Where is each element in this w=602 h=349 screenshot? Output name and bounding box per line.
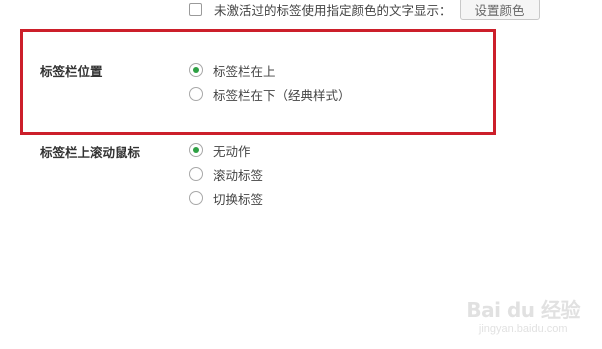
radio-label: 切换标签 bbox=[213, 191, 264, 207]
radio-option-scroll-tabs[interactable]: 滚动标签 bbox=[189, 162, 263, 186]
tab-bar-position-group: 标签栏在上 标签栏在下（经典样式） bbox=[189, 58, 351, 106]
baidu-jingyan-watermark: Bai du 经验 jingyan.baidu.com bbox=[466, 294, 580, 335]
radio-option-tabs-bottom[interactable]: 标签栏在下（经典样式） bbox=[189, 82, 351, 106]
radio-button[interactable] bbox=[189, 167, 203, 181]
radio-option-switch-tabs[interactable]: 切换标签 bbox=[189, 186, 263, 210]
watermark-logo: Bai du 经验 bbox=[466, 298, 580, 322]
radio-label: 标签栏在下（经典样式） bbox=[213, 87, 351, 103]
radio-selected-dot bbox=[193, 147, 199, 153]
radio-selected-dot bbox=[193, 67, 199, 73]
radio-button[interactable] bbox=[189, 63, 203, 77]
radio-label: 标签栏在上 bbox=[213, 63, 276, 79]
watermark-url: jingyan.baidu.com bbox=[478, 323, 568, 335]
radio-button[interactable] bbox=[189, 143, 203, 157]
radio-label: 无动作 bbox=[213, 143, 251, 159]
tab-bar-scroll-group: 无动作 滚动标签 切换标签 bbox=[189, 138, 263, 210]
set-color-button[interactable]: 设置颜色 bbox=[459, 0, 540, 20]
radio-option-no-action[interactable]: 无动作 bbox=[189, 138, 263, 162]
radio-button[interactable] bbox=[189, 87, 203, 101]
radio-option-tabs-top[interactable]: 标签栏在上 bbox=[189, 58, 351, 82]
tab-bar-position-title: 标签栏位置 bbox=[40, 64, 103, 79]
tab-bar-scroll-title: 标签栏上滚动鼠标 bbox=[40, 145, 141, 160]
inactive-tab-color-checkbox[interactable] bbox=[189, 2, 202, 16]
settings-page: 未激活过的标签使用指定颜色的文字显示： 设置颜色 标签栏位置 标签栏在上 标签栏… bbox=[0, 0, 602, 349]
radio-label: 滚动标签 bbox=[213, 167, 264, 183]
inactive-tab-color-label: 未激活过的标签使用指定颜色的文字显示： bbox=[214, 2, 452, 18]
inactive-tab-color-option: 未激活过的标签使用指定颜色的文字显示： 设置颜色 bbox=[189, 0, 540, 21]
radio-button[interactable] bbox=[189, 191, 203, 205]
